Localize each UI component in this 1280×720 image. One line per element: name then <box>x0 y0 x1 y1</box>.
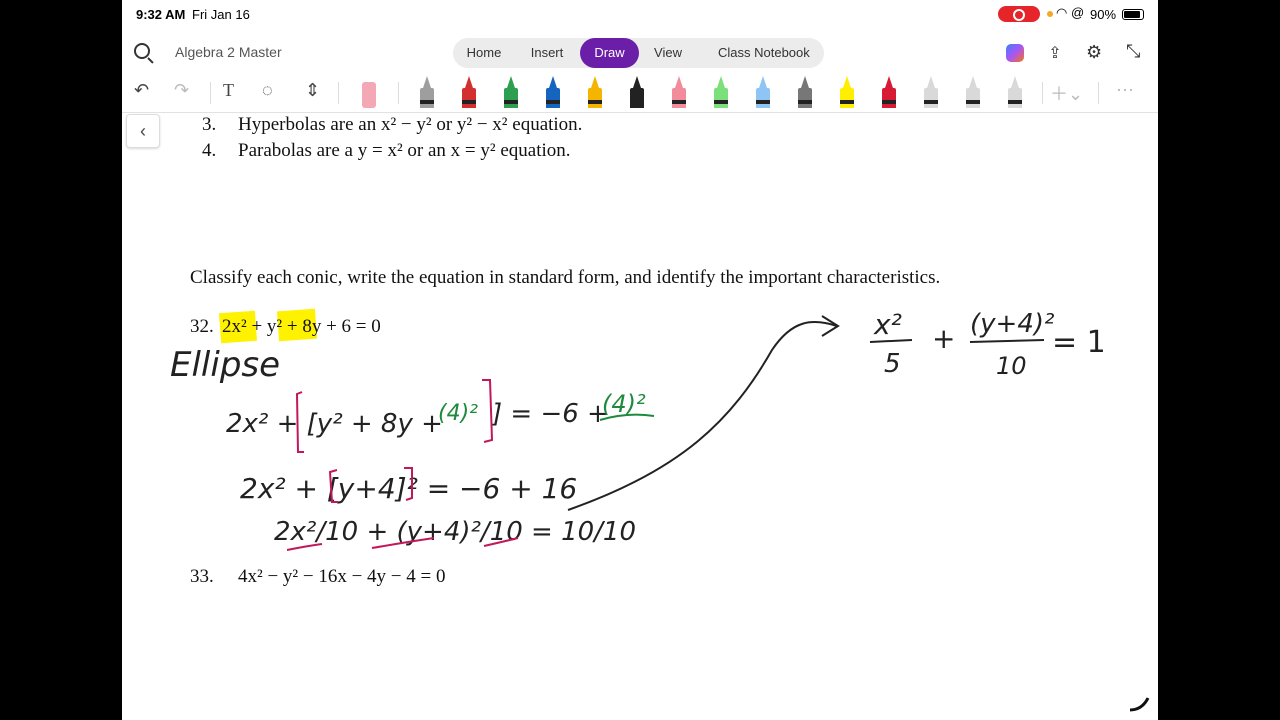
ink-result-equals: = 1 <box>1052 325 1106 360</box>
ink-result-denominator-1: 5 <box>884 349 901 379</box>
ink-step3: 2x²/10 + (y+4)²/10 = 10/10 <box>274 517 636 547</box>
resize-handle-icon[interactable] <box>1128 690 1152 714</box>
ink-conic-type: Ellipse <box>170 345 280 385</box>
ink-step1-added-left: (4)² <box>438 401 478 426</box>
ink-result-bar-2 <box>969 339 1045 343</box>
onenote-screen: 9:32 AM Fri Jan 16 ◠ @ 90% Algebra 2 Mas… <box>122 0 1158 720</box>
ink-step1-right: ] = −6 + <box>491 399 609 429</box>
ink-result-denominator-2: 10 <box>996 352 1027 380</box>
ink-result-plus: + <box>932 322 955 355</box>
ink-result-numerator-1: x² <box>873 308 902 341</box>
ink-canvas[interactable]: Ellipse 2x² + [y² + 8y + (4)² ] = −6 + (… <box>122 0 1158 720</box>
ink-bracket <box>482 379 494 443</box>
ink-result-numerator-2: (y+4)² <box>970 309 1054 339</box>
ink-step1-left: 2x² + [y² + 8y + <box>226 409 443 439</box>
